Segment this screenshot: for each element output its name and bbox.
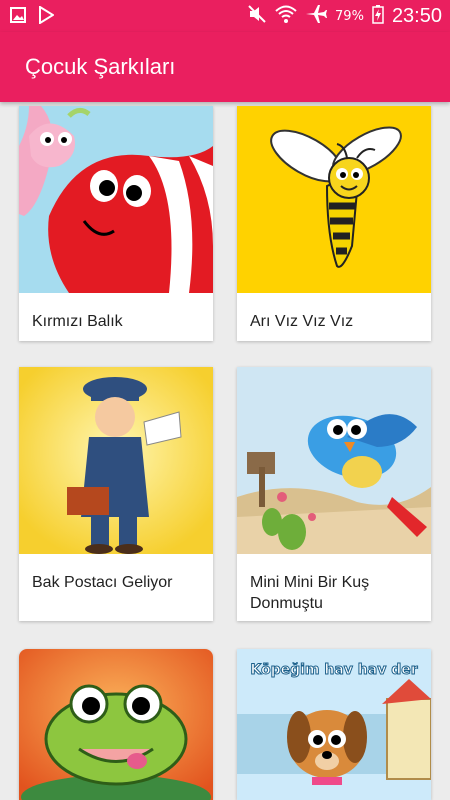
song-title: Mini Mini Bir Kuş Donmuştu	[250, 574, 370, 612]
song-thumbnail	[19, 106, 213, 293]
song-card-bak-postaci-geliyor[interactable]: Bak Postacı Geliyor	[19, 367, 213, 621]
thumbnail-caption: Köpeğim hav hav der	[250, 662, 417, 678]
song-card-kopegim-hav-hav-der[interactable]: Köpeğim hav hav der	[237, 649, 431, 800]
song-card-kirmizi-balik[interactable]: Kırmızı Balık	[19, 106, 213, 341]
song-card-mini-mini-bir-kus-donmustu[interactable]: Mini Mini Bir Kuş Donmuştu	[237, 367, 431, 621]
song-thumbnail	[19, 649, 213, 800]
song-thumbnail: Köpeğim hav hav der	[237, 649, 431, 800]
song-card-frog[interactable]	[19, 649, 213, 800]
app-bar: Çocuk Şarkıları	[0, 32, 450, 102]
status-bar: 79% 23:50	[0, 0, 450, 32]
song-title: Bak Postacı Geliyor	[32, 574, 173, 591]
song-title: Kırmızı Balık	[32, 313, 123, 330]
play-store-icon	[38, 5, 55, 28]
wifi-icon	[275, 4, 297, 28]
gallery-icon	[10, 7, 26, 27]
song-thumbnail	[237, 367, 431, 554]
song-title: Arı Vız Vız Vız	[250, 313, 354, 330]
battery-icon	[372, 4, 384, 28]
clock: 23:50	[391, 4, 442, 27]
airplane-icon	[305, 4, 328, 28]
song-thumbnail	[237, 106, 431, 293]
song-card-ari-viz-viz-viz[interactable]: Arı Vız Vız Vız	[237, 106, 431, 341]
page-title: Çocuk Şarkıları	[25, 54, 176, 79]
mute-icon	[247, 4, 267, 28]
battery-percent: 79%	[335, 8, 364, 24]
song-thumbnail	[19, 367, 213, 554]
